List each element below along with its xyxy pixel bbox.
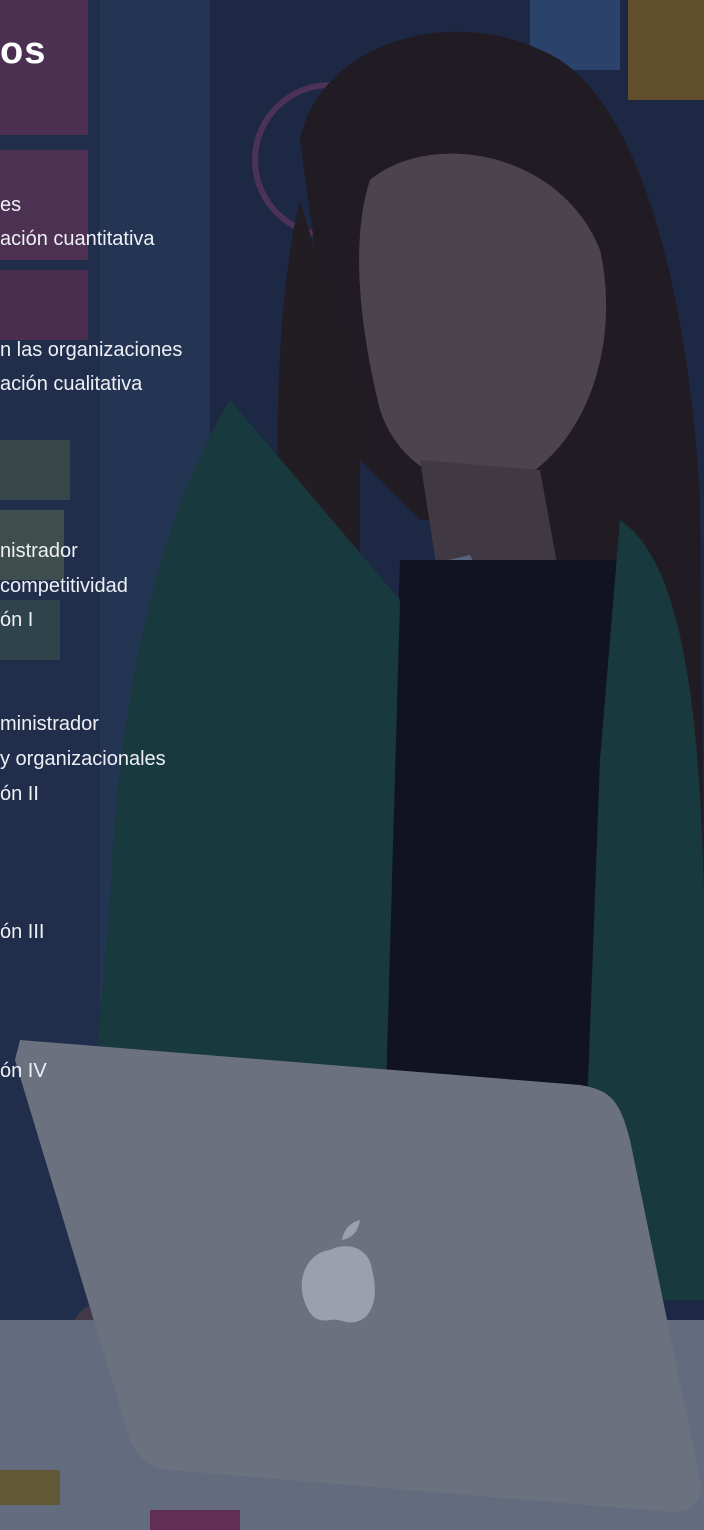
course-item: competitividad — [0, 575, 128, 597]
course-item: ón IV — [0, 1060, 47, 1082]
course-item: ministrador — [0, 713, 99, 735]
course-item: ón III — [0, 921, 45, 943]
course-item: ón I — [0, 609, 34, 631]
course-item: nistrador — [0, 540, 78, 562]
course-item: ón II — [0, 783, 39, 805]
course-item: ación cuantitativa — [0, 228, 155, 250]
course-item: es — [0, 194, 22, 216]
course-item: y organizacionales — [0, 748, 166, 770]
course-item: ación cualitativa — [0, 373, 143, 395]
course-item: n las organizaciones — [0, 339, 183, 361]
section-title: os — [0, 30, 47, 72]
